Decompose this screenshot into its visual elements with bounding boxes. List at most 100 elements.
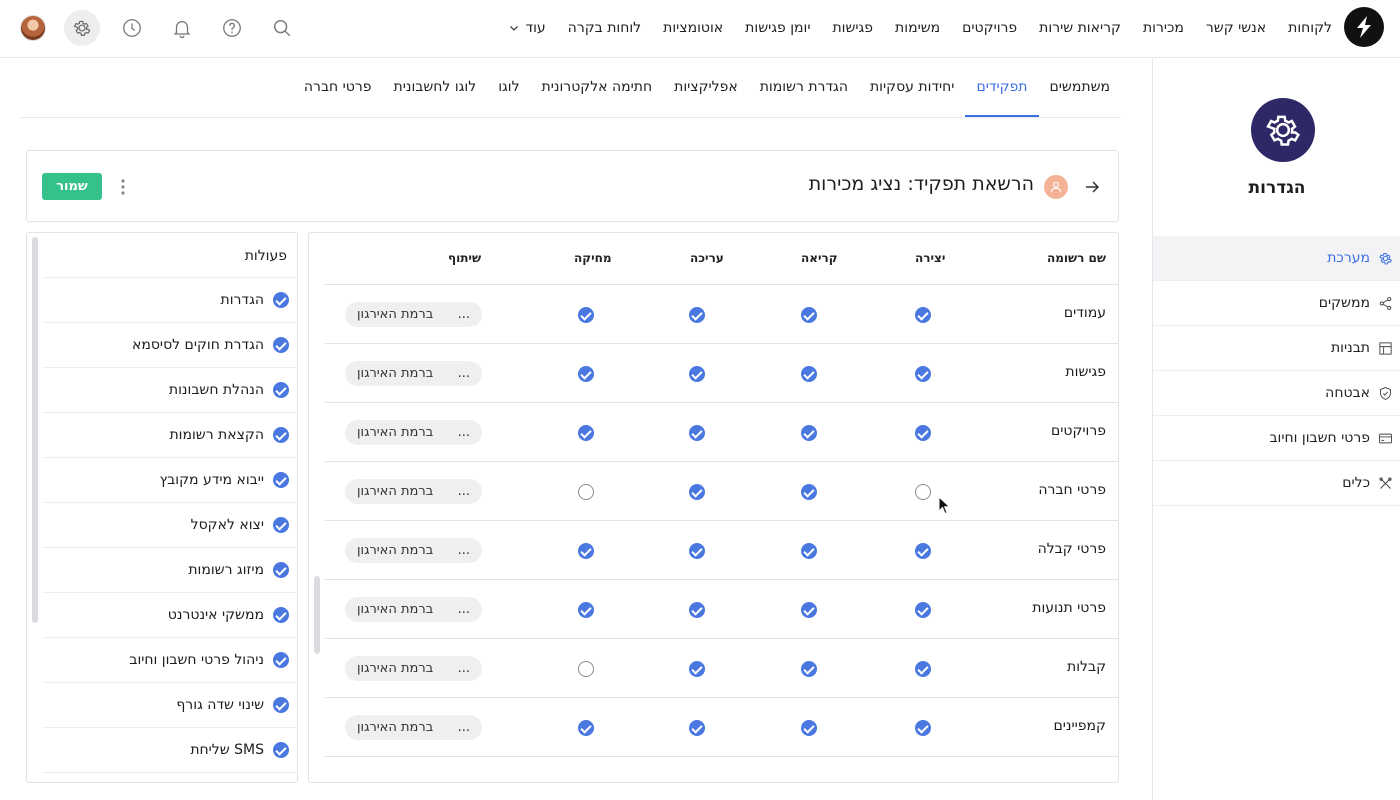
delete-checkbox[interactable] [578,720,594,736]
create-checkbox[interactable] [915,602,931,618]
edit-checkbox[interactable] [689,602,705,618]
share-level-select[interactable]: ברמת האירגון... [345,656,482,681]
action-item[interactable]: הגדרות [43,278,297,323]
nav-item-service-calls[interactable]: קריאות שירות [1039,20,1121,36]
action-item[interactable]: הנהלת חשבונות [43,368,297,413]
action-item[interactable]: יצוא לאקסל [43,503,297,548]
action-item[interactable]: שינוי שדה גורף [43,683,297,728]
sidebar-item-billing[interactable]: פרטי חשבון וחיוב [1153,416,1400,461]
action-checkbox[interactable] [273,562,289,578]
read-checkbox[interactable] [801,661,817,677]
edit-checkbox[interactable] [689,307,705,323]
nav-item-projects[interactable]: פרויקטים [962,20,1017,36]
create-checkbox[interactable] [915,307,931,323]
read-checkbox[interactable] [801,484,817,500]
delete-checkbox[interactable] [578,602,594,618]
action-checkbox[interactable] [273,382,289,398]
tab-logo[interactable]: לוגו [487,58,530,117]
nav-item-meetings[interactable]: פגישות [832,20,873,36]
sidebar-item-tools[interactable]: כלים [1153,461,1400,506]
create-checkbox[interactable] [915,543,931,559]
action-item[interactable]: שליחת SMS [43,728,297,773]
read-checkbox[interactable] [801,543,817,559]
delete-checkbox[interactable] [578,543,594,559]
share-level-select[interactable]: ברמת האירגון... [345,715,482,740]
tab-company-details[interactable]: פרטי חברה [293,58,383,117]
delete-checkbox[interactable] [578,425,594,441]
create-checkbox[interactable] [915,425,931,441]
share-level-select[interactable]: ברמת האירגון... [345,479,482,504]
share-level-select[interactable]: ברמת האירגון... [345,361,482,386]
share-level-select[interactable]: ברמת האירגון... [345,597,482,622]
save-button[interactable]: שמור [42,173,102,200]
nav-item-tasks[interactable]: משימות [895,20,940,36]
back-button[interactable] [1084,175,1100,203]
avatar[interactable] [20,15,46,41]
action-item[interactable]: ניהול פרטי חשבון וחיוב [43,638,297,683]
tab-applications[interactable]: אפליקציות [663,58,749,117]
action-item[interactable]: הגדרת חוקים לסיסמא [43,323,297,368]
create-checkbox[interactable] [915,720,931,736]
action-checkbox[interactable] [273,742,289,758]
tab-business-units[interactable]: יחידות עסקיות [859,58,965,117]
read-checkbox[interactable] [801,425,817,441]
nav-item-customers[interactable]: לקוחות [1288,20,1332,36]
notifications-button[interactable] [164,10,200,46]
search-button[interactable] [264,10,300,46]
action-item[interactable]: ממשקי אינטרנט [43,593,297,638]
sidebar-item-security[interactable]: אבטחה [1153,371,1400,416]
help-button[interactable] [214,10,250,46]
delete-checkbox[interactable] [578,484,594,500]
edit-checkbox[interactable] [689,366,705,382]
nav-item-automations[interactable]: אוטומציות [663,20,723,36]
action-item[interactable]: ייבוא מידע מקובץ [43,458,297,503]
edit-checkbox[interactable] [689,425,705,441]
action-checkbox[interactable] [273,607,289,623]
sidebar-item-system[interactable]: מערכת [1153,236,1400,281]
share-level-select[interactable]: ברמת האירגון... [345,420,482,445]
action-item[interactable]: מיזוג רשומות [43,548,297,593]
app-logo[interactable] [1344,7,1384,47]
action-checkbox[interactable] [273,337,289,353]
action-checkbox[interactable] [273,652,289,668]
more-options-button[interactable] [119,175,127,203]
delete-checkbox[interactable] [578,307,594,323]
create-checkbox[interactable] [915,366,931,382]
sidebar-item-integrations[interactable]: ממשקים [1153,281,1400,326]
history-button[interactable] [114,10,150,46]
action-checkbox[interactable] [273,427,289,443]
share-level-select[interactable]: ברמת האירגון... [345,302,482,327]
read-checkbox[interactable] [801,307,817,323]
action-checkbox[interactable] [273,292,289,308]
delete-checkbox[interactable] [578,366,594,382]
tab-roles[interactable]: תפקידים [965,58,1039,117]
nav-item-sales[interactable]: מכירות [1143,20,1184,36]
edit-checkbox[interactable] [689,543,705,559]
edit-checkbox[interactable] [689,661,705,677]
nav-item-contacts[interactable]: אנשי קשר [1206,20,1266,36]
create-checkbox[interactable] [915,661,931,677]
action-checkbox[interactable] [273,517,289,533]
action-checkbox[interactable] [273,697,289,713]
create-checkbox[interactable] [915,484,931,500]
tab-invoice-logo[interactable]: לוגו לחשבונית [383,58,488,117]
nav-item-calendar[interactable]: יומן פגישות [745,20,810,36]
nav-item-dashboards[interactable]: לוחות בקרה [568,20,641,36]
actions-scrollbar[interactable] [32,237,38,623]
share-level-select[interactable]: ברמת האירגון... [345,538,482,563]
read-checkbox[interactable] [801,366,817,382]
edit-checkbox[interactable] [689,720,705,736]
sidebar-item-templates[interactable]: תבניות [1153,326,1400,371]
action-checkbox[interactable] [273,472,289,488]
nav-more-menu[interactable]: עוד [509,20,546,36]
table-scrollbar[interactable] [314,576,320,654]
settings-button[interactable] [64,10,100,46]
tab-users[interactable]: משתמשים [1039,58,1121,117]
tab-e-signature[interactable]: חתימה אלקטרונית [531,58,664,117]
tab-record-settings[interactable]: הגדרת רשומות [749,58,859,117]
action-item[interactable]: הקצאת רשומות [43,413,297,458]
delete-checkbox[interactable] [578,661,594,677]
edit-checkbox[interactable] [689,484,705,500]
read-checkbox[interactable] [801,720,817,736]
read-checkbox[interactable] [801,602,817,618]
